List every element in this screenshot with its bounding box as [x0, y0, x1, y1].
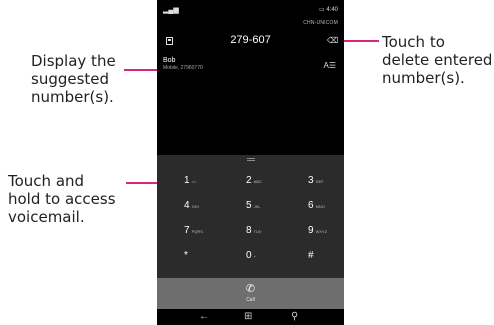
carrier-name: CHN-UNICOM: [303, 20, 338, 26]
key-7[interactable]: 7 PQRS: [157, 225, 219, 247]
contact-list-icon[interactable]: A☰: [323, 61, 336, 70]
key-star[interactable]: *: [157, 250, 219, 272]
key-4[interactable]: 4 GHI: [157, 200, 219, 222]
suggested-detail: Mobile, 27960770: [163, 65, 203, 71]
navigation-bar: ← ⊞ ⚲: [157, 309, 344, 325]
number-bar: 279-607 ⌫: [157, 34, 344, 50]
clock: 4:40: [326, 7, 338, 13]
suggested-name: Bob: [163, 57, 176, 64]
status-bar: ▂▄▆ ▭ 4:40: [157, 6, 344, 18]
battery-icon: ▭: [318, 7, 325, 13]
entered-number: 279-607: [230, 34, 271, 46]
windows-icon[interactable]: ⊞: [244, 311, 252, 322]
key-1[interactable]: 1 ⌂⌂: [157, 175, 219, 197]
voicemail-icon: ⌂⌂: [191, 179, 197, 184]
key-hash[interactable]: #: [281, 250, 343, 272]
search-icon[interactable]: ⚲: [291, 311, 298, 322]
back-icon[interactable]: ←: [199, 311, 209, 322]
key-2[interactable]: 2 ABC: [219, 175, 281, 197]
call-label: Call: [246, 297, 255, 303]
signal-icon: ▂▄▆: [163, 7, 179, 14]
key-3[interactable]: 3 DEF: [281, 175, 343, 197]
key-5[interactable]: 5 JKL: [219, 200, 281, 222]
callout-voicemail: Touch and hold to access voicemail.: [8, 172, 116, 226]
backspace-icon[interactable]: ⌫: [327, 37, 338, 45]
suggested-contact[interactable]: Bob Mobile, 27960770: [163, 57, 203, 71]
key-0[interactable]: 0 +: [219, 250, 281, 272]
callout-suggested-line: [124, 69, 161, 71]
dial-pad: 1 ⌂⌂ 2 ABC 3 DEF 4 GHI 5 JKL 6 MNO 7 PQRS 8 TUV …: [157, 155, 344, 278]
key-8[interactable]: 8 TUV: [219, 225, 281, 247]
key-9[interactable]: 9 WXYZ: [281, 225, 343, 247]
battery-status: ▭ 4:40: [319, 6, 338, 13]
phone-icon: ✆: [245, 283, 256, 295]
keypad-grip-icon[interactable]: [246, 158, 255, 161]
phone-screen: ▂▄▆ ▭ 4:40 CHN-UNICOM 279-607 ⌫ Bob Mobi…: [157, 0, 344, 325]
key-6[interactable]: 6 MNO: [281, 200, 343, 222]
call-button[interactable]: ✆ Call: [157, 278, 344, 309]
callout-suggested: Display the suggested number(s).: [31, 52, 116, 106]
callout-delete: Touch to delete entered number(s).: [382, 33, 493, 87]
